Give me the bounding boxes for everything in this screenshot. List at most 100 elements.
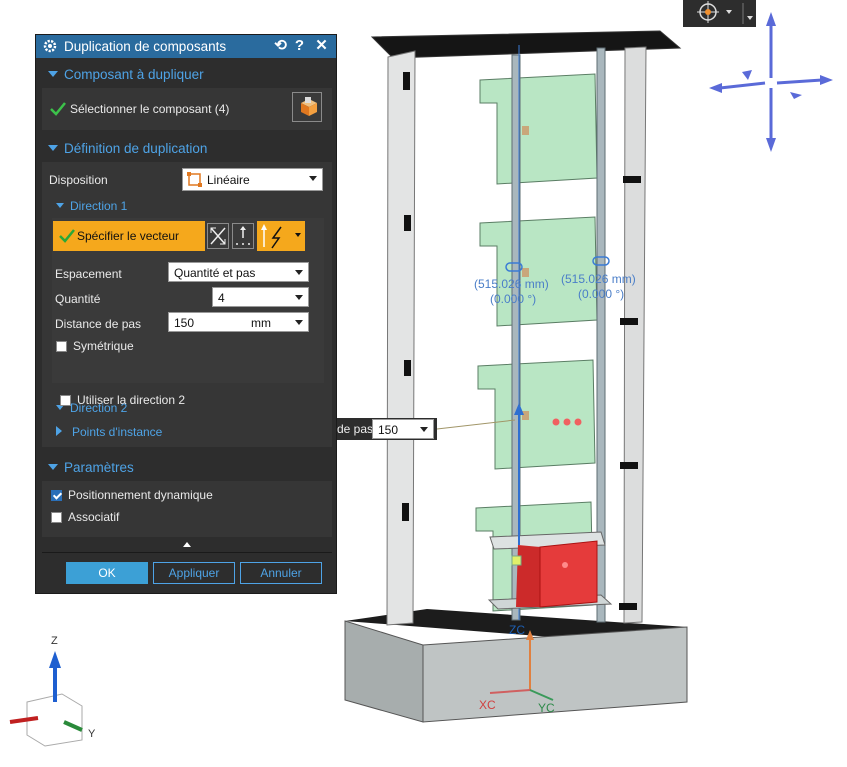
- triad-y-label: Y: [88, 728, 96, 740]
- dim1-length: (515.026 mm): [474, 277, 549, 291]
- section-component-header[interactable]: Composant à dupliquer: [42, 64, 332, 86]
- dim2-angle: (0.000 °): [578, 287, 624, 301]
- chevron-down-icon: [295, 320, 303, 325]
- quantity-input[interactable]: 4: [212, 287, 309, 307]
- yc-label: YC: [538, 701, 555, 715]
- dynamic-positioning-checkbox[interactable]: [51, 490, 62, 501]
- base-left-face: [344, 620, 424, 723]
- view-triad[interactable]: Z Y: [9, 635, 96, 747]
- floating-pitch-input[interactable]: 150: [372, 419, 434, 439]
- dialog-titlebar[interactable]: Duplication de composants ⟲ ? ✕: [36, 35, 336, 58]
- use-direction2-label: Utiliser la direction 2: [77, 393, 186, 407]
- reverse-direction-icon: [210, 227, 226, 245]
- duplicate-components-dialog: Duplication de composants ⟲ ? ✕ Composan…: [35, 34, 337, 594]
- handle: [511, 555, 522, 566]
- inferred-vector-button[interactable]: [257, 221, 305, 251]
- left-post: [386, 50, 416, 626]
- plate-3: [477, 359, 596, 470]
- ok-button[interactable]: OK: [66, 562, 148, 584]
- apply-button[interactable]: Appliquer: [153, 562, 235, 584]
- collapse-icon: [48, 464, 58, 470]
- triad-z-label: Z: [51, 635, 58, 647]
- clip: [404, 360, 411, 376]
- clip: [403, 72, 410, 90]
- base-front-face: [422, 626, 688, 723]
- chevron-down-icon: [295, 270, 303, 275]
- layout-select[interactable]: Linéaire: [182, 168, 323, 191]
- component-icon: [301, 97, 317, 116]
- reset-icon[interactable]: ⟲: [272, 37, 289, 55]
- view-direction-arrows[interactable]: [709, 12, 833, 152]
- reverse-direction-button[interactable]: [207, 223, 229, 249]
- check-icon: [59, 229, 75, 243]
- floating-pitch-field[interactable]: de pas 150: [335, 418, 437, 440]
- vector-dialog-button[interactable]: [232, 223, 254, 249]
- vector-dialog-icon: [236, 226, 250, 245]
- layout-label: Disposition: [49, 173, 108, 187]
- right-post: [623, 46, 647, 624]
- section-component-body: Sélectionner le composant (4): [42, 88, 332, 130]
- dynamic-positioning-label: Positionnement dynamique: [68, 488, 213, 502]
- section-definition-header[interactable]: Définition de duplication: [42, 138, 332, 160]
- expand-icon: [56, 426, 62, 436]
- check-icon: [50, 102, 66, 116]
- chevron-up-icon: [183, 542, 191, 547]
- associative-label: Associatif: [68, 510, 120, 524]
- collapse-icon: [56, 203, 64, 208]
- direction1-header[interactable]: Direction 1: [48, 196, 320, 216]
- clip: [620, 462, 638, 469]
- lightning-vector-icon: [261, 224, 282, 249]
- clip: [402, 503, 409, 521]
- tan-block: [522, 411, 529, 420]
- associative-checkbox[interactable]: [51, 512, 62, 523]
- linear-layout-icon: [187, 172, 202, 187]
- chevron-down-icon: [420, 427, 428, 432]
- spacing-select[interactable]: Quantité et pas: [168, 262, 309, 282]
- symmetric-checkbox[interactable]: [56, 341, 67, 352]
- clip: [623, 176, 641, 183]
- use-direction2-checkbox[interactable]: [60, 395, 71, 406]
- close-icon[interactable]: ✕: [313, 37, 330, 55]
- dim2-length: (515.026 mm): [561, 272, 636, 286]
- chevron-down-icon: [295, 233, 301, 237]
- select-component-button[interactable]: [292, 92, 322, 122]
- dim1-angle: (0.000 °): [490, 292, 536, 306]
- instance-dot: [552, 418, 560, 426]
- xc-label: XC: [479, 698, 496, 712]
- dialog-title: Duplication de composants: [64, 39, 227, 54]
- section-params-header[interactable]: Paramètres: [42, 457, 332, 479]
- instance-points-header[interactable]: Points d'instance: [48, 420, 326, 442]
- select-component-label[interactable]: Sélectionner le composant (4): [70, 102, 229, 116]
- cancel-button[interactable]: Annuler: [240, 562, 322, 584]
- clip: [620, 318, 638, 325]
- clip: [404, 215, 411, 231]
- chevron-down-icon: [309, 176, 317, 181]
- crosshair-icon: [697, 1, 753, 24]
- zc-label: ZC: [509, 623, 525, 637]
- chevron-down-icon: [295, 295, 303, 300]
- clip: [619, 603, 637, 610]
- floating-pitch-label: de pas: [337, 422, 374, 436]
- specify-vector-button[interactable]: Spécifier le vecteur: [53, 221, 205, 251]
- pitch-input[interactable]: 150 mm: [168, 312, 309, 332]
- help-icon[interactable]: ?: [291, 37, 308, 55]
- snap-point-widget[interactable]: [683, 0, 756, 27]
- pitch-unit: mm: [251, 316, 271, 330]
- instance-dot: [563, 418, 571, 426]
- more-options-toggle[interactable]: [42, 538, 332, 553]
- symmetric-label: Symétrique: [73, 339, 134, 353]
- direction1-body: Spécifier le vecteur Espacement Quantité…: [52, 218, 324, 383]
- red-block-front: [539, 540, 598, 608]
- instance-dot: [574, 418, 582, 426]
- pitch-label: Distance de pas: [55, 317, 142, 331]
- collapse-icon: [48, 145, 58, 151]
- spacing-label: Espacement: [55, 267, 122, 281]
- plate-1: [479, 73, 598, 185]
- collapse-icon: [48, 71, 58, 77]
- red-block-side: [516, 545, 540, 607]
- red-point: [562, 562, 568, 568]
- quantity-label: Quantité: [55, 292, 101, 306]
- section-params-body: Positionnement dynamique Associatif: [42, 481, 332, 537]
- gear-icon: [43, 39, 57, 53]
- tan-block: [522, 126, 529, 135]
